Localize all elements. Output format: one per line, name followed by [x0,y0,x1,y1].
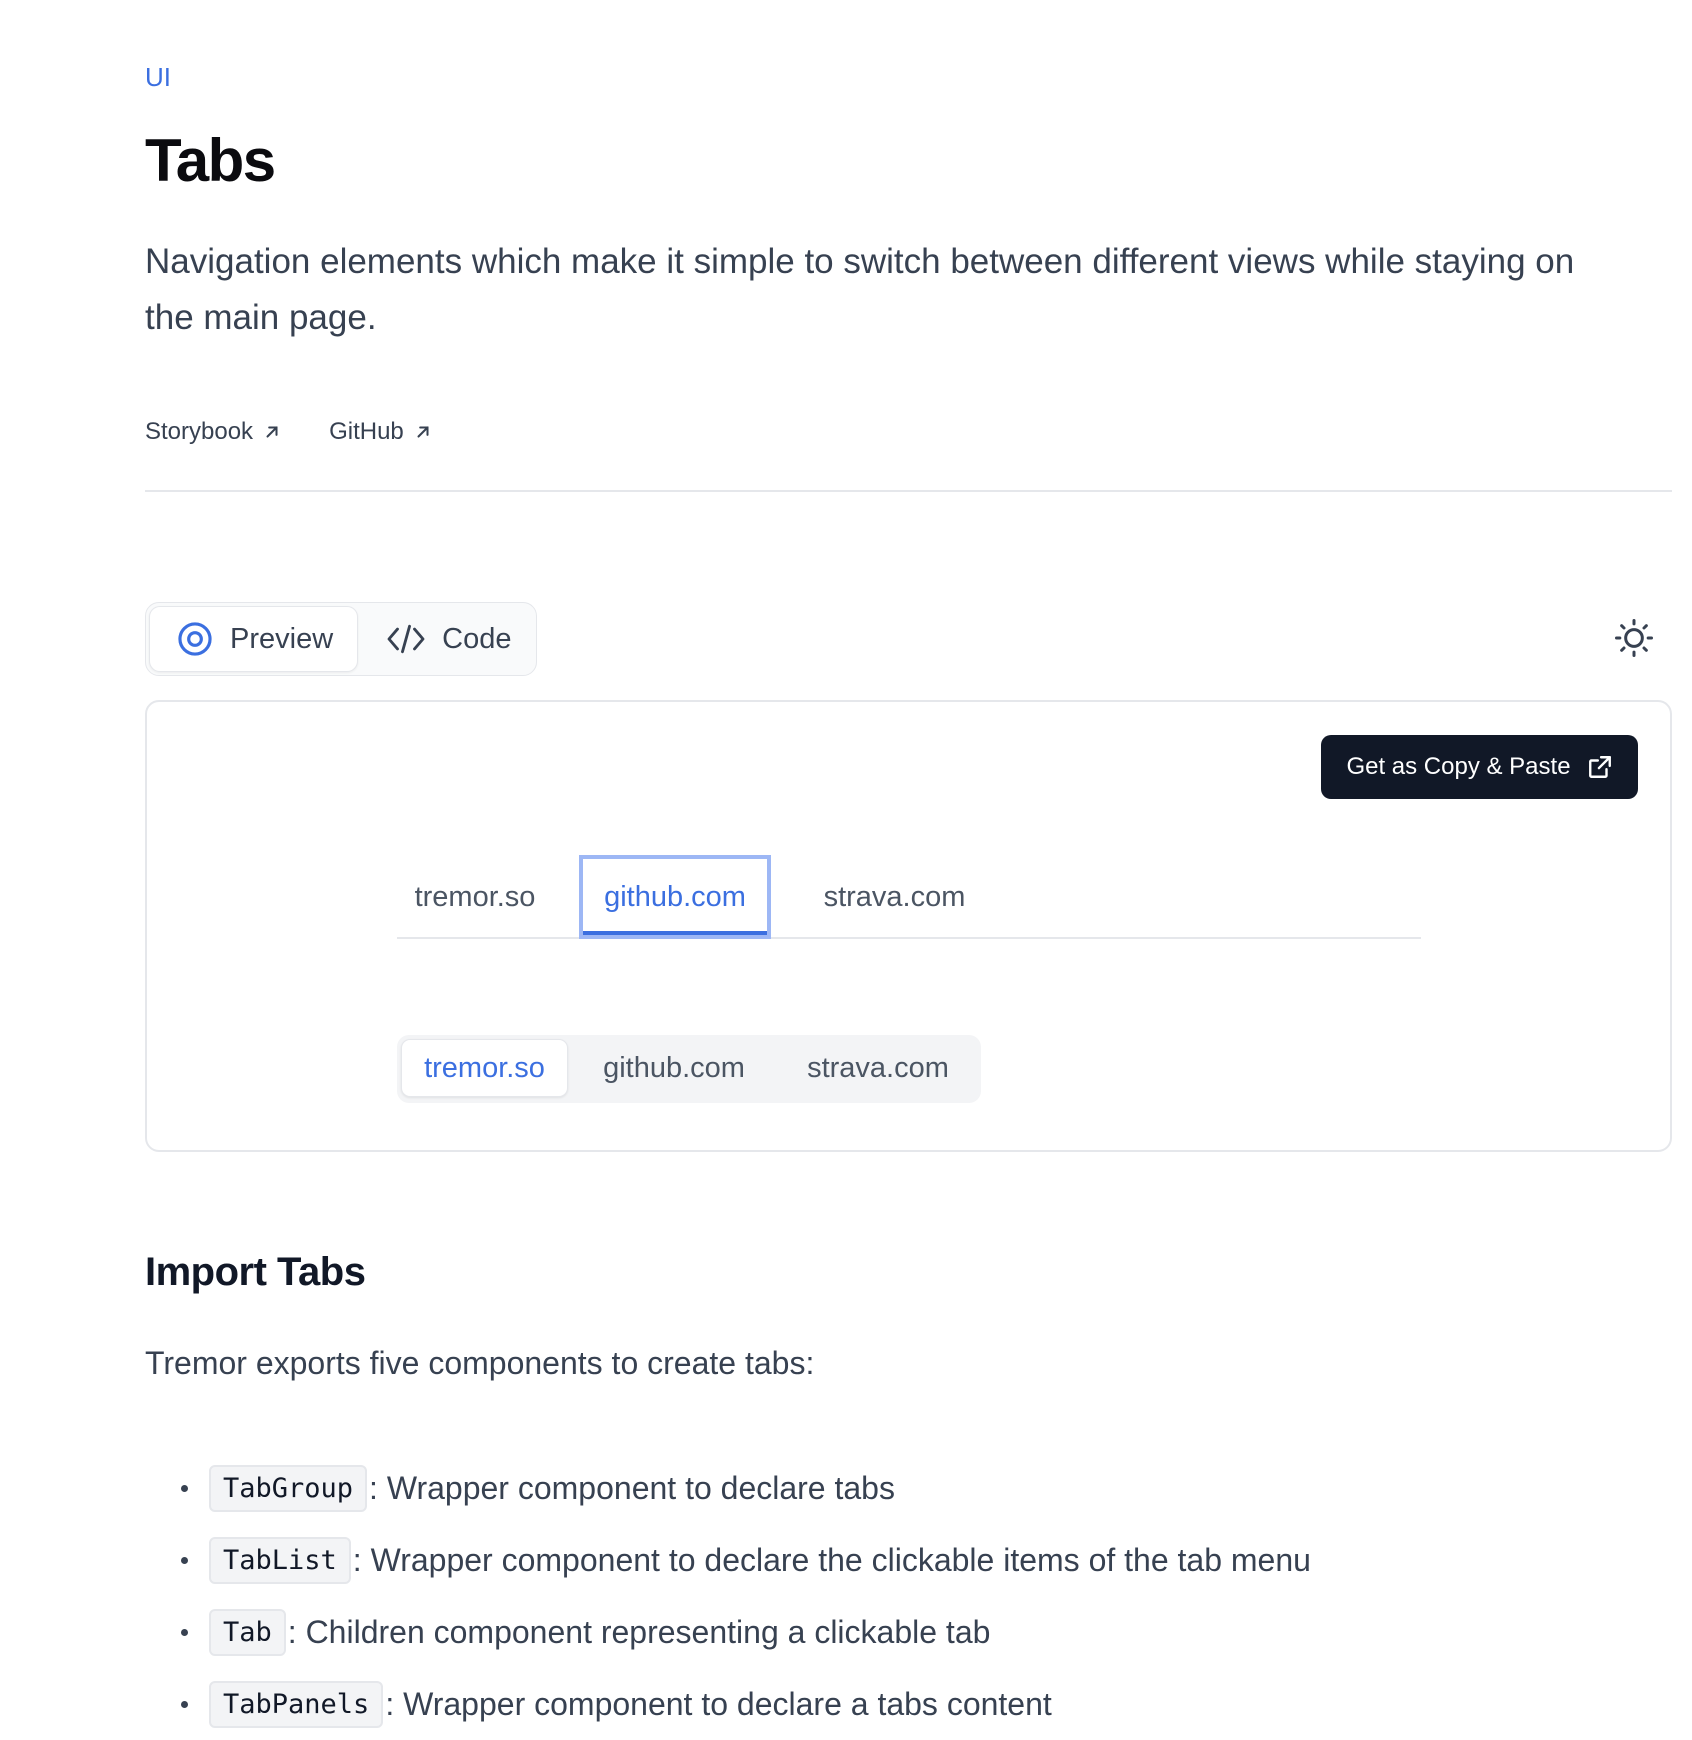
list-item-text: : Wrapper component to declare tabs [369,1469,895,1506]
page-description: Navigation elements which make it simple… [145,242,1575,337]
list-item-text: : Children component representing a clic… [287,1613,991,1650]
page-title: Tabs [145,127,276,194]
component-code-chip: Tab [209,1608,286,1656]
external-links: Storybook GitHub [145,418,432,446]
copy-paste-button[interactable]: Get as Copy & Paste [1321,735,1638,799]
component-preview-frame: Get as Copy & Paste tremor.so github.com… [145,700,1672,1152]
code-tab[interactable]: Code [360,606,535,672]
theme-toggle-button[interactable] [1614,618,1654,658]
import-tabs-heading: Import Tabs [145,1250,366,1294]
copy-paste-button-label: Get as Copy & Paste [1346,753,1571,780]
code-icon [387,624,425,654]
list-item: TabPanels : Wrapper component to declare… [145,1668,1595,1740]
component-code-chip: TabList [209,1536,351,1584]
arrow-up-right-icon [266,426,278,438]
solid-tab-tremor[interactable]: tremor.so [401,1039,568,1097]
list-item-text: : Wrapper component to declare a tabs co… [385,1685,1052,1722]
solid-tab-github[interactable]: github.com [574,1039,774,1097]
solid-variant-tab-list: tremor.so github.com strava.com [397,1035,981,1103]
list-item: TabList : Wrapper component to declare t… [145,1524,1595,1596]
line-tab-tremor[interactable]: tremor.so [397,855,553,939]
component-code-chip: TabPanels [209,1680,384,1728]
storybook-link[interactable]: Storybook [145,418,281,446]
list-item: TabGroup : Wrapper component to declare … [145,1452,1595,1524]
code-tab-label: Code [442,622,512,655]
import-intro-text: Tremor exports five components to create… [145,1345,815,1381]
section-eyebrow: UI [145,62,171,92]
storybook-link-label: Storybook [145,418,254,445]
github-link-label: GitHub [329,418,404,445]
line-tab-strava[interactable]: strava.com [797,855,992,939]
line-tab-github[interactable]: github.com [579,855,771,939]
preview-tab-label: Preview [230,622,334,655]
github-link[interactable]: GitHub [329,418,432,446]
sun-icon [1615,619,1653,657]
list-item: Tab : Children component representing a … [145,1596,1595,1668]
external-link-icon [1588,756,1611,778]
line-variant-tab-list: tremor.so github.com strava.com [397,855,1421,939]
eye-icon [178,622,212,656]
solid-tab-strava[interactable]: strava.com [779,1039,977,1097]
header-divider [145,490,1672,492]
component-code-chip: TabGroup [209,1464,368,1512]
arrow-up-right-icon [417,426,429,438]
preview-code-toggle: Preview Code [145,602,537,676]
preview-tab[interactable]: Preview [149,606,359,672]
component-list: TabGroup : Wrapper component to declare … [145,1452,1595,1740]
list-item-text: : Wrapper component to declare the click… [352,1541,1311,1578]
